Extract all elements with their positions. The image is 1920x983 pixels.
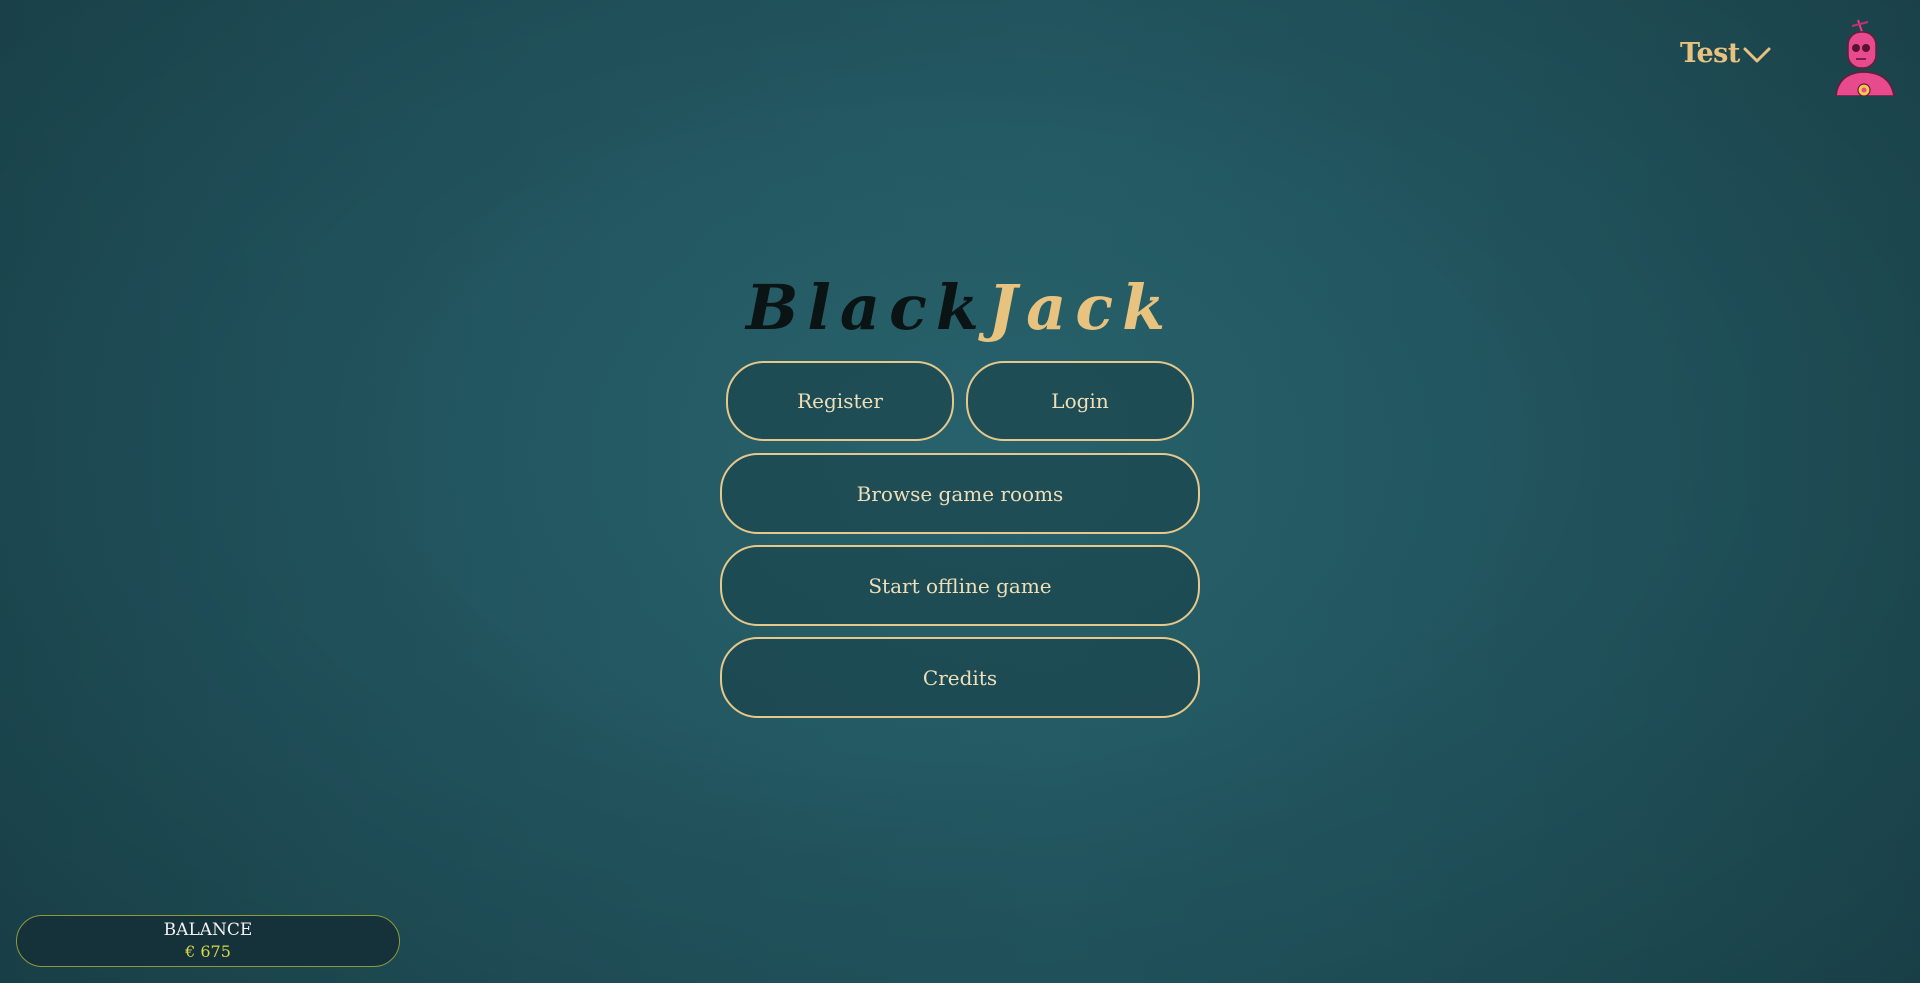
balance-amount: € 675: [185, 942, 231, 961]
chevron-down-icon: [1743, 47, 1771, 62]
user-name: Test: [1680, 38, 1740, 69]
login-button[interactable]: Login: [966, 361, 1194, 441]
balance-panel: BALANCE € 675: [16, 915, 400, 967]
title-black: Black: [745, 271, 988, 344]
user-menu[interactable]: Test: [1680, 38, 1772, 69]
start-offline-game-button[interactable]: Start offline game: [720, 545, 1200, 626]
balance-label: BALANCE: [163, 920, 253, 940]
browse-game-rooms-button[interactable]: Browse game rooms: [720, 453, 1200, 534]
register-button[interactable]: Register: [726, 361, 954, 441]
title-jack: Jack: [987, 271, 1175, 344]
game-title: BlackJack: [0, 268, 1920, 348]
credits-button[interactable]: Credits: [720, 637, 1200, 718]
robot-avatar-icon[interactable]: [1832, 18, 1900, 96]
